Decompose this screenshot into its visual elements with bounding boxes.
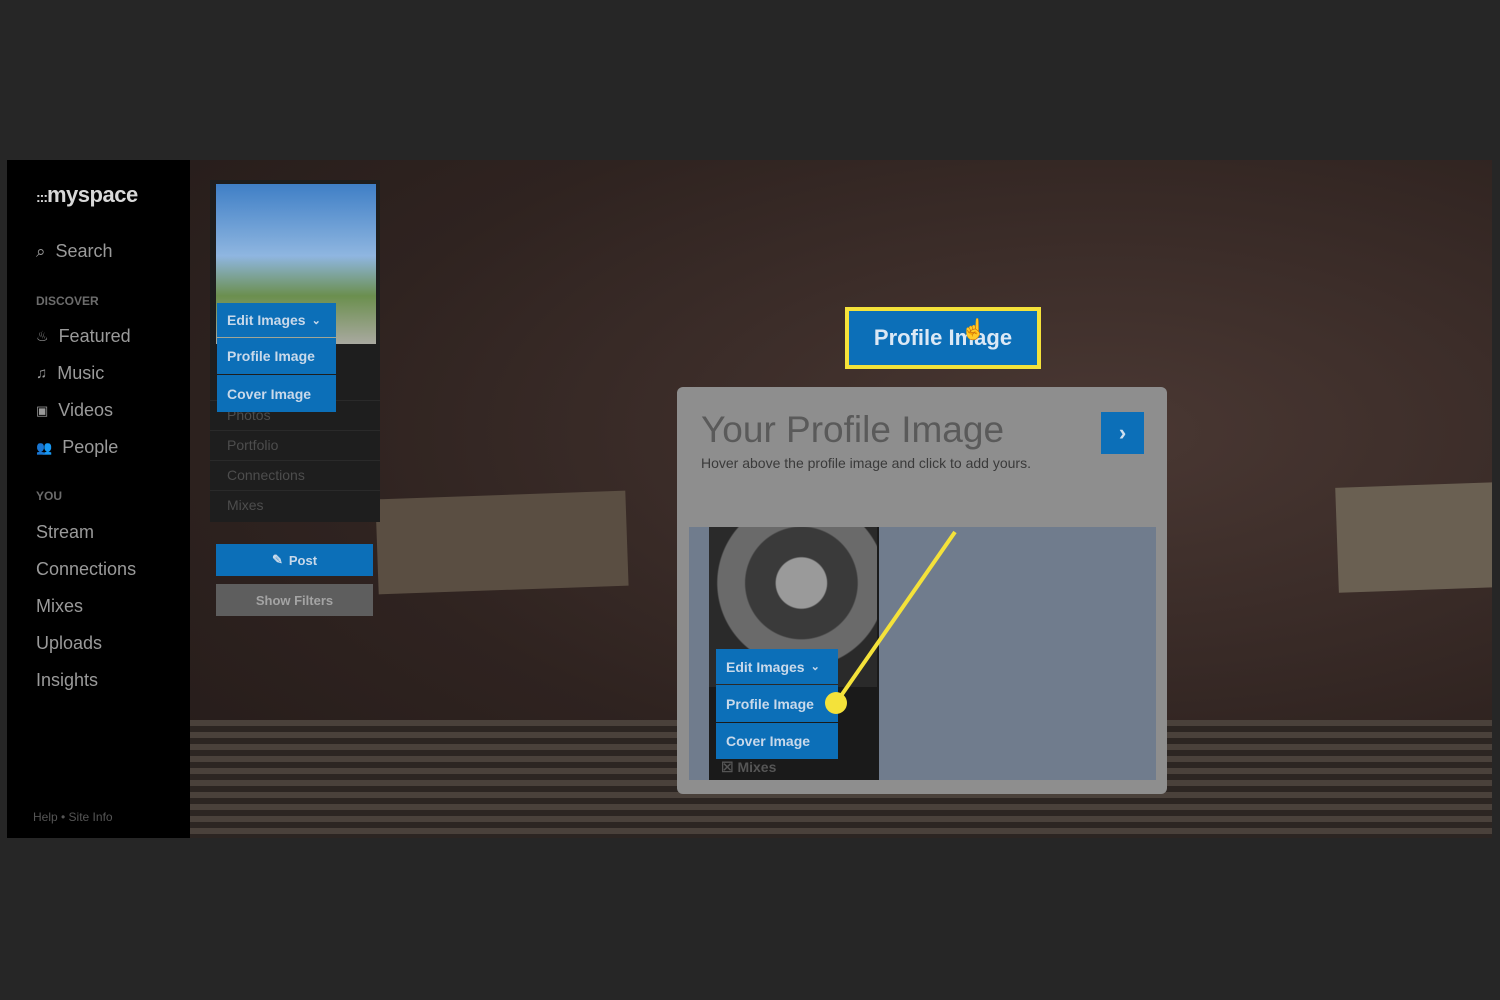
callout-line xyxy=(834,530,957,705)
callout-connector xyxy=(825,530,957,714)
profile-image-callout: Profile Image ☝ xyxy=(845,307,1041,369)
callout-label: Profile Image xyxy=(873,325,1013,350)
callout-dot xyxy=(825,692,847,714)
hand-cursor-icon: ☝ xyxy=(961,319,986,341)
